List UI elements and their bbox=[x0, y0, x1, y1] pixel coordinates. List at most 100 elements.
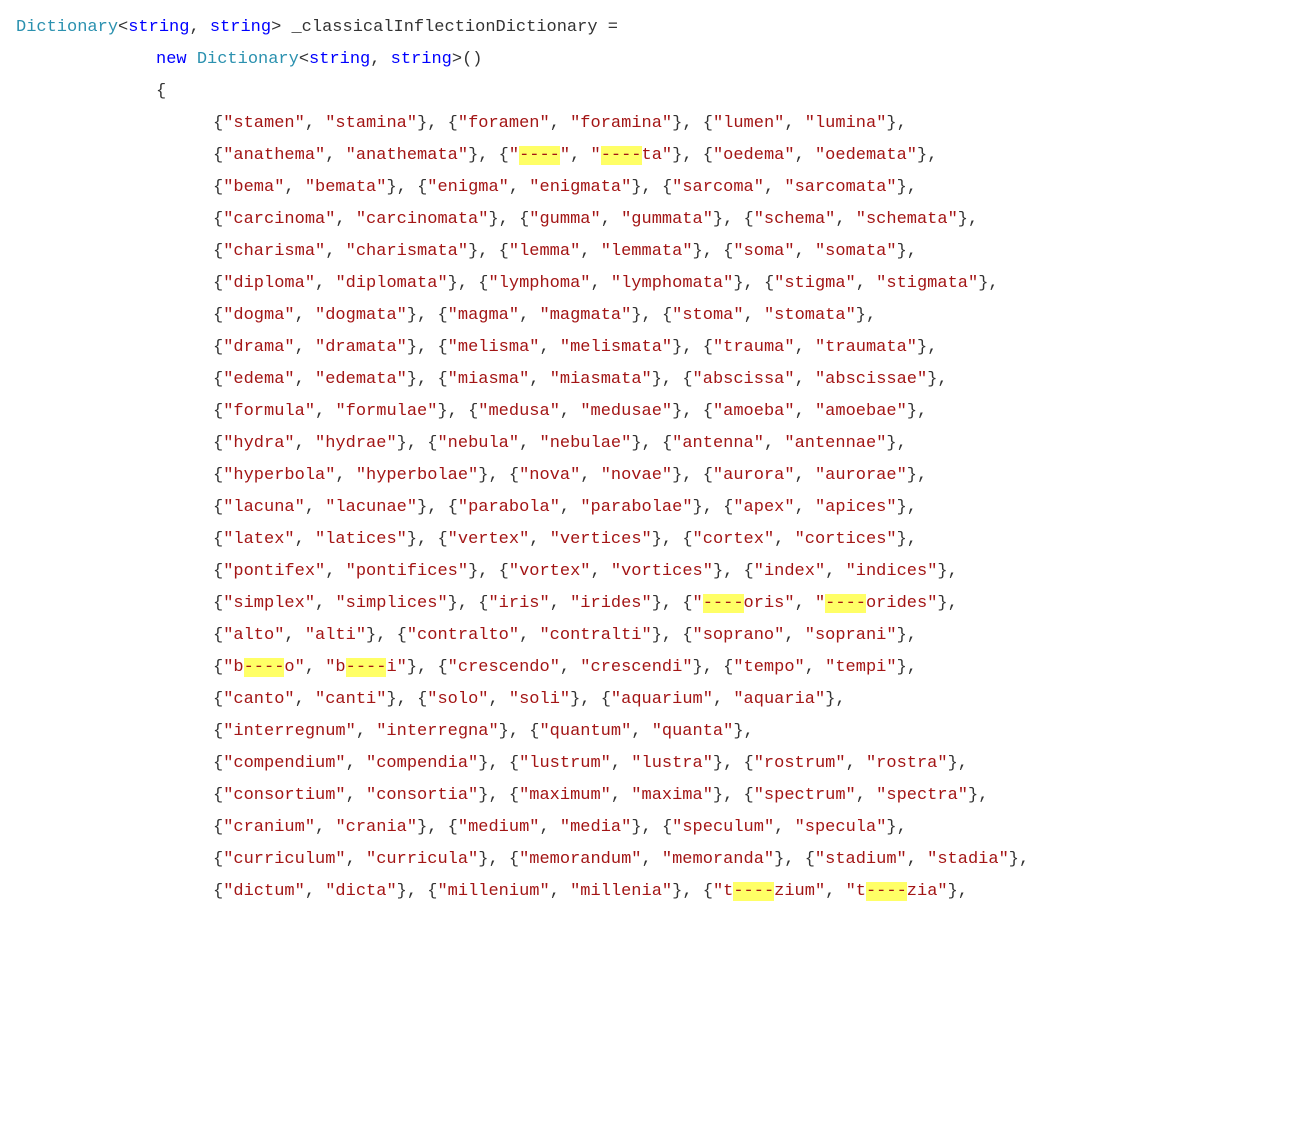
dict-key: "bema" bbox=[223, 178, 284, 197]
dict-key: "----oris" bbox=[693, 594, 795, 613]
dict-value: "charismata" bbox=[346, 242, 468, 261]
highlighted-match: ---- bbox=[346, 658, 387, 677]
dict-key: "millenium" bbox=[437, 882, 549, 901]
dictionary-entry-line: {"latex", "latices"}, {"vertex", "vertic… bbox=[16, 524, 1294, 556]
dict-key: "drama" bbox=[223, 338, 294, 357]
dict-value: "gummata" bbox=[621, 210, 713, 229]
dict-key: "t----zium" bbox=[713, 882, 825, 901]
dict-key: "melisma" bbox=[448, 338, 540, 357]
dict-value: "----ta" bbox=[591, 146, 673, 165]
highlighted-match: ---- bbox=[866, 882, 907, 901]
dict-key: "vortex" bbox=[509, 562, 591, 581]
dictionary-entry-line: {"lacuna", "lacunae"}, {"parabola", "par… bbox=[16, 492, 1294, 524]
dict-value: "vertices" bbox=[550, 530, 652, 549]
dict-value: "lacunae" bbox=[325, 498, 417, 517]
dictionary-entry-line: {"cranium", "crania"}, {"medium", "media… bbox=[16, 812, 1294, 844]
dictionary-entry-line: {"diploma", "diplomata"}, {"lymphoma", "… bbox=[16, 268, 1294, 300]
dictionary-entry-line: {"drama", "dramata"}, {"melisma", "melis… bbox=[16, 332, 1294, 364]
dict-value: "schemata" bbox=[856, 210, 958, 229]
dict-key: "vertex" bbox=[448, 530, 530, 549]
dict-value: "traumata" bbox=[815, 338, 917, 357]
dict-key: "stamen" bbox=[223, 114, 305, 133]
dict-value: "lustra" bbox=[631, 754, 713, 773]
new-line: new Dictionary<string, string>() bbox=[16, 44, 1294, 76]
dict-key: "alto" bbox=[223, 626, 284, 645]
dict-key: "compendium" bbox=[223, 754, 345, 773]
dict-key: "cranium" bbox=[223, 818, 315, 837]
dict-value: "hydrae" bbox=[315, 434, 397, 453]
dict-key: "formula" bbox=[223, 402, 315, 421]
dict-key: "cortex" bbox=[693, 530, 775, 549]
dict-value: "stadia" bbox=[927, 850, 1009, 869]
new-keyword: new bbox=[156, 50, 187, 69]
dict-value: "interregna" bbox=[376, 722, 498, 741]
angle-open: < bbox=[118, 18, 128, 37]
dict-value: "spectra" bbox=[876, 786, 968, 805]
dict-key: "rostrum" bbox=[754, 754, 846, 773]
dictionary-entry-line: {"canto", "canti"}, {"solo", "soli"}, {"… bbox=[16, 684, 1294, 716]
dict-value: "consortia" bbox=[366, 786, 478, 805]
dict-value: "miasmata" bbox=[550, 370, 652, 389]
dict-value: "melismata" bbox=[560, 338, 672, 357]
dict-key: "iris" bbox=[488, 594, 549, 613]
dict-key: "consortium" bbox=[223, 786, 345, 805]
dict-value: "compendia" bbox=[366, 754, 478, 773]
highlighted-match: ---- bbox=[703, 594, 744, 613]
dict-key: "stadium" bbox=[815, 850, 907, 869]
dict-value: "amoebae" bbox=[815, 402, 907, 421]
dict-value: "foramina" bbox=[570, 114, 672, 133]
dictionary-entry-line: {"compendium", "compendia"}, {"lustrum",… bbox=[16, 748, 1294, 780]
highlighted-match: ---- bbox=[733, 882, 774, 901]
dict-value: "crania" bbox=[335, 818, 417, 837]
dict-key: "schema" bbox=[754, 210, 836, 229]
type-param-2: string bbox=[210, 18, 271, 37]
dict-key: "carcinoma" bbox=[223, 210, 335, 229]
code-block: Dictionary<string, string> _classicalInf… bbox=[16, 12, 1294, 908]
dict-key: "canto" bbox=[223, 690, 294, 709]
dict-value: "novae" bbox=[601, 466, 672, 485]
dict-key: "solo" bbox=[427, 690, 488, 709]
dict-key: "simplex" bbox=[223, 594, 315, 613]
dict-key: "----" bbox=[509, 146, 570, 165]
dict-value: "cortices" bbox=[795, 530, 897, 549]
dict-value: "millenia" bbox=[570, 882, 672, 901]
dict-value: "medusae" bbox=[580, 402, 672, 421]
dict-value: "specula" bbox=[795, 818, 887, 837]
dict-value: "abscissae" bbox=[815, 370, 927, 389]
dict-value: "nebulae" bbox=[540, 434, 632, 453]
dict-key: "b----o" bbox=[223, 658, 305, 677]
dict-value: "media" bbox=[560, 818, 631, 837]
dictionary-entry-line: {"b----o", "b----i"}, {"crescendo", "cre… bbox=[16, 652, 1294, 684]
dict-key: "nebula" bbox=[437, 434, 519, 453]
dictionary-entry-line: {"pontifex", "pontifices"}, {"vortex", "… bbox=[16, 556, 1294, 588]
dict-key: "pontifex" bbox=[223, 562, 325, 581]
dict-value: "tempi" bbox=[825, 658, 896, 677]
type-param-1: string bbox=[128, 18, 189, 37]
dict-key: "dictum" bbox=[223, 882, 305, 901]
dict-key: "speculum" bbox=[672, 818, 774, 837]
dict-key: "nova" bbox=[519, 466, 580, 485]
dict-value: "lumina" bbox=[805, 114, 887, 133]
dict-key: "lemma" bbox=[509, 242, 580, 261]
dict-key: "contralto" bbox=[407, 626, 519, 645]
dict-value: "lymphomata" bbox=[611, 274, 733, 293]
initializer-body: {"stamen", "stamina"}, {"foramen", "fora… bbox=[16, 108, 1294, 908]
dict-value: "somata" bbox=[815, 242, 897, 261]
dict-value: "stamina" bbox=[325, 114, 417, 133]
dict-value: "hyperbolae" bbox=[356, 466, 478, 485]
dict-key: "amoeba" bbox=[713, 402, 795, 421]
dict-value: "sarcomata" bbox=[784, 178, 896, 197]
dict-value: "lemmata" bbox=[601, 242, 693, 261]
dict-value: "stigmata" bbox=[876, 274, 978, 293]
angle-close: > bbox=[271, 18, 281, 37]
dict-key: "aurora" bbox=[713, 466, 795, 485]
dict-value: "curricula" bbox=[366, 850, 478, 869]
dict-key: "foramen" bbox=[458, 114, 550, 133]
dict-value: "memoranda" bbox=[662, 850, 774, 869]
dictionary-entry-line: {"edema", "edemata"}, {"miasma", "miasma… bbox=[16, 364, 1294, 396]
dict-value: "diplomata" bbox=[335, 274, 447, 293]
dict-key: "antenna" bbox=[672, 434, 764, 453]
dict-key: "abscissa" bbox=[693, 370, 795, 389]
dict-value: "rostra" bbox=[866, 754, 948, 773]
dict-key: "stoma" bbox=[672, 306, 743, 325]
